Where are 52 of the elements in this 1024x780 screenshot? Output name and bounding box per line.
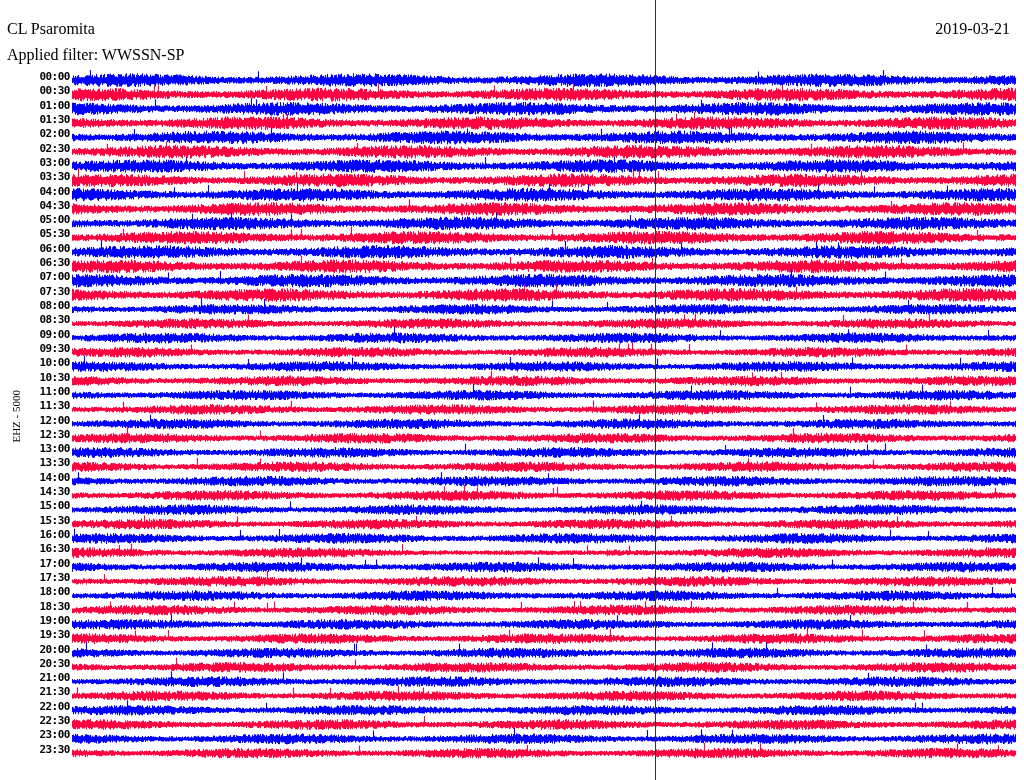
- time-label: 11:00: [38, 384, 70, 400]
- time-label: 00:00: [38, 70, 70, 85]
- time-label: 16:30: [38, 542, 70, 557]
- time-label: 04:00: [38, 184, 70, 199]
- time-label: 15:00: [38, 499, 70, 514]
- time-label: 03:00: [38, 155, 70, 171]
- time-label: 01:30: [38, 112, 70, 128]
- channel-label: EHZ - 5000: [10, 390, 22, 443]
- time-label: 02:30: [38, 141, 70, 156]
- time-label: 09:30: [38, 341, 70, 357]
- time-label: 22:00: [38, 699, 70, 715]
- time-label: 17:00: [38, 556, 70, 571]
- time-label: 06:00: [38, 241, 70, 257]
- time-label: 02:00: [38, 127, 70, 142]
- time-label: 14:30: [38, 485, 70, 500]
- time-label: 12:00: [38, 413, 70, 428]
- time-label: 11:30: [38, 399, 70, 414]
- time-label: 19:00: [38, 613, 70, 629]
- time-label: 19:30: [38, 628, 70, 643]
- time-label: 08:30: [38, 313, 70, 328]
- time-label: 23:30: [38, 742, 70, 757]
- time-label: 13:30: [38, 456, 70, 471]
- time-label: 07:30: [38, 284, 70, 299]
- time-label: 00:30: [38, 84, 70, 99]
- date-label: 2019-03-21: [935, 20, 1010, 38]
- time-label: 12:30: [38, 427, 70, 443]
- station-title: CL Psaromita: [7, 20, 95, 38]
- time-label: 22:30: [38, 714, 70, 729]
- time-label: 20:30: [38, 656, 70, 672]
- time-label: 15:30: [38, 513, 70, 528]
- time-label: 18:30: [38, 599, 70, 614]
- time-label: 23:00: [38, 728, 70, 743]
- time-label: 14:00: [38, 470, 70, 486]
- time-label: 07:00: [38, 270, 70, 285]
- time-label: 13:00: [38, 442, 70, 457]
- time-label: 10:00: [38, 356, 70, 371]
- time-label: 05:00: [38, 213, 70, 228]
- time-label: 20:00: [38, 642, 70, 657]
- time-label: 10:30: [38, 370, 70, 385]
- time-label: 21:30: [38, 685, 70, 700]
- filter-label: Applied filter: WWSSN-SP: [7, 46, 185, 64]
- time-label: 08:00: [38, 299, 70, 314]
- time-label: 17:30: [38, 570, 70, 586]
- time-label: 16:00: [38, 528, 70, 543]
- time-label: 06:30: [38, 256, 70, 271]
- time-label: 21:00: [38, 671, 70, 686]
- time-label: 05:30: [38, 227, 70, 242]
- time-label: 09:00: [38, 327, 70, 342]
- time-label: 18:00: [38, 585, 70, 600]
- time-label: 01:00: [38, 98, 70, 113]
- time-label: 03:30: [38, 170, 70, 185]
- time-label: 04:30: [38, 198, 70, 214]
